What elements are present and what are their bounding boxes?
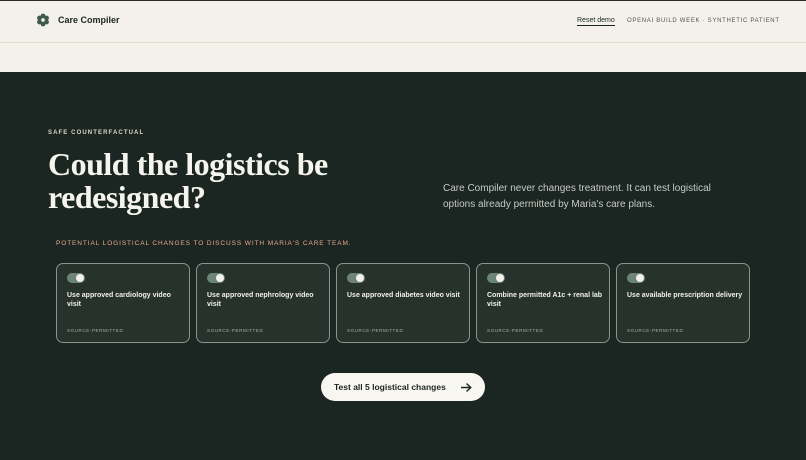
change-title: Use approved nephrology video visit	[207, 292, 314, 308]
change-toggle[interactable]	[487, 273, 505, 283]
brand-name: Care Compiler	[58, 15, 120, 25]
change-title: Use approved diabetes video visit	[347, 292, 460, 299]
change-title: Combine permitted A1c + renal lab visit	[487, 292, 603, 308]
change-toggle[interactable]	[627, 273, 645, 283]
source-badge: SOURCE-PERMITTED	[627, 328, 684, 333]
change-cards: Use approved cardiology video visit SOUR…	[56, 263, 750, 343]
page-title: Could the logistics be redesigned?	[48, 146, 328, 215]
toggle-knob	[496, 274, 504, 282]
change-card-diabetes[interactable]: Use approved diabetes video visit SOURCE…	[336, 263, 470, 343]
change-title: Use approved cardiology video visit	[67, 292, 171, 308]
toggle-knob	[216, 274, 224, 282]
section-eyebrow: SAFE COUNTERFACTUAL	[48, 130, 145, 136]
nav-row: Care Compiler Reset demo OPENAI BUILD WE…	[0, 1, 806, 43]
change-card-nephrology[interactable]: Use approved nephrology video visit SOUR…	[196, 263, 330, 343]
section-description: Care Compiler never changes treatment. I…	[443, 183, 711, 210]
change-card-delivery[interactable]: Use available prescription delivery SOUR…	[616, 263, 750, 343]
change-toggle[interactable]	[67, 273, 85, 283]
arrow-right-icon	[461, 382, 472, 392]
top-bar: Care Compiler Reset demo OPENAI BUILD WE…	[0, 0, 806, 72]
brand[interactable]: Care Compiler	[36, 13, 120, 27]
changes-label: POTENTIAL LOGISTICAL CHANGES TO DISCUSS …	[56, 240, 352, 247]
reset-demo-link[interactable]: Reset demo	[577, 17, 615, 26]
source-badge: SOURCE-PERMITTED	[347, 328, 404, 333]
toggle-knob	[76, 274, 84, 282]
header-tagline: OPENAI BUILD WEEK · SYNTHETIC PATIENT	[627, 18, 780, 24]
flower-logo-icon	[37, 13, 49, 27]
cta-label: Test all 5 logistical changes	[334, 382, 446, 392]
source-badge: SOURCE-PERMITTED	[207, 328, 264, 333]
change-card-cardiology[interactable]: Use approved cardiology video visit SOUR…	[56, 263, 190, 343]
change-title: Use available prescription delivery	[627, 292, 743, 299]
toggle-knob	[636, 274, 644, 282]
source-badge: SOURCE-PERMITTED	[487, 328, 544, 333]
test-all-changes-button[interactable]: Test all 5 logistical changes	[321, 373, 485, 401]
change-toggle[interactable]	[207, 273, 225, 283]
change-card-lab[interactable]: Combine permitted A1c + renal lab visit …	[476, 263, 610, 343]
counterfactual-section: SAFE COUNTERFACTUAL Could the logistics …	[0, 72, 806, 460]
change-toggle[interactable]	[347, 273, 365, 283]
source-badge: SOURCE-PERMITTED	[67, 328, 124, 333]
toggle-knob	[356, 274, 364, 282]
